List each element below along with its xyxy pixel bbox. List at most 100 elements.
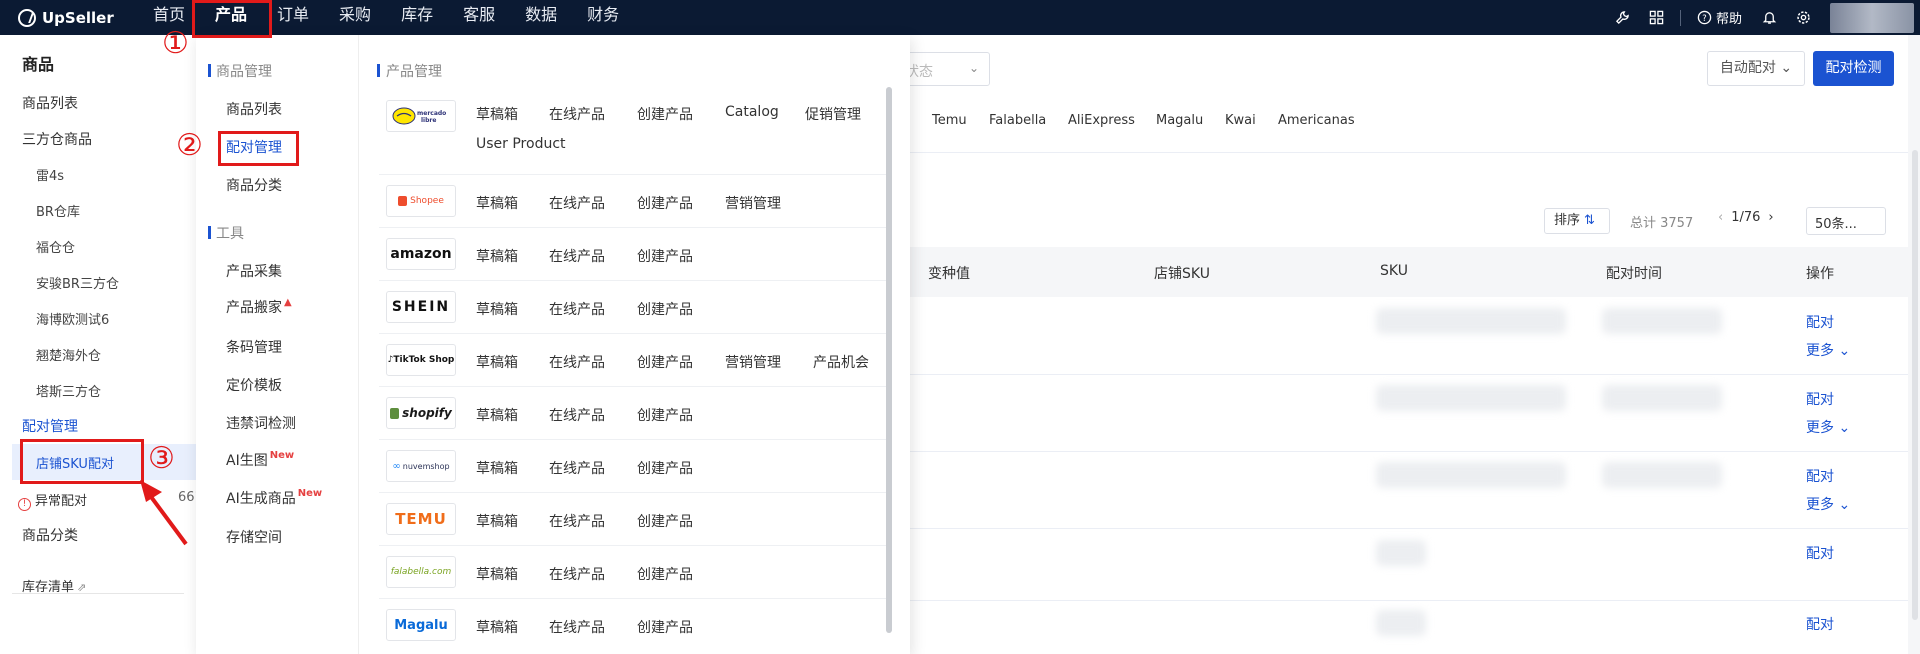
sidebar-warehouse[interactable]: 安骏BR三方仓: [36, 273, 119, 292]
tab-falabella[interactable]: Falabella: [989, 113, 1046, 128]
link-online[interactable]: 在线产品: [549, 511, 605, 531]
menu-item-pricing[interactable]: 定价模板: [226, 375, 282, 395]
auto-match-button[interactable]: 自动配对 ⌄: [1707, 51, 1805, 86]
match-check-button[interactable]: 配对检测: [1813, 51, 1894, 86]
match-link[interactable]: 配对: [1806, 543, 1834, 563]
help-link[interactable]: ? 帮助: [1687, 8, 1752, 27]
link-draft[interactable]: 草稿箱: [476, 405, 518, 425]
sidebar-warehouse[interactable]: 塔斯三方仓: [36, 381, 101, 400]
sidebar-item-third-party[interactable]: 三方仓商品: [22, 129, 92, 149]
link-create[interactable]: 创建产品: [637, 511, 693, 531]
link-draft[interactable]: 草稿箱: [476, 104, 518, 124]
menu-item-barcode[interactable]: 条码管理: [226, 337, 282, 357]
menu-left-column: 商品管理 商品列表 配对管理 商品分类 工具 产品采集 产品搬家 ▲ 条码管理 定…: [196, 35, 359, 654]
page-scrollbar[interactable]: [1912, 150, 1918, 620]
link-online[interactable]: 在线产品: [549, 193, 605, 213]
apps-grid-icon[interactable]: [1640, 0, 1674, 35]
sidebar-item-abnormal-match[interactable]: ! 异常配对: [18, 490, 87, 511]
link-online[interactable]: 在线产品: [549, 246, 605, 266]
menu-scrollbar[interactable]: [886, 87, 892, 633]
brand-logo[interactable]: UpSeller: [18, 8, 138, 27]
link-online[interactable]: 在线产品: [549, 104, 605, 124]
link-online[interactable]: 在线产品: [549, 299, 605, 319]
upseller-logo-icon: [18, 8, 36, 27]
platform-row-falabella: falabella.com 草稿箱 在线产品 创建产品: [379, 546, 886, 599]
link-create[interactable]: 创建产品: [637, 617, 693, 637]
link-create[interactable]: 创建产品: [637, 564, 693, 584]
menu-item-storage[interactable]: 存储空间: [226, 527, 282, 547]
nav-data[interactable]: 数据: [510, 0, 572, 35]
sidebar-warehouse[interactable]: 福仓仓: [36, 237, 75, 256]
link-create[interactable]: 创建产品: [637, 193, 693, 213]
link-draft[interactable]: 草稿箱: [476, 193, 518, 213]
sidebar-item-product-list[interactable]: 商品列表: [22, 93, 78, 113]
link-draft[interactable]: 草稿箱: [476, 352, 518, 372]
menu-item-category[interactable]: 商品分类: [226, 175, 282, 195]
menu-item-collect[interactable]: 产品采集: [226, 261, 282, 281]
link-create[interactable]: 创建产品: [637, 246, 693, 266]
menu-item-banned-words[interactable]: 违禁词检测: [226, 413, 296, 433]
link-create[interactable]: 创建产品: [637, 104, 693, 124]
match-link[interactable]: 配对: [1806, 466, 1834, 486]
sidebar-warehouse[interactable]: 海博欧测试6: [36, 309, 109, 328]
wrench-icon[interactable]: [1606, 0, 1640, 35]
page-size-select[interactable]: 50条...: [1806, 207, 1886, 235]
nav-service[interactable]: 客服: [448, 0, 510, 35]
prev-page-icon[interactable]: ‹: [1718, 210, 1723, 225]
menu-item-ai-image[interactable]: AI生图 New: [226, 450, 294, 470]
link-draft[interactable]: 草稿箱: [476, 246, 518, 266]
link-draft[interactable]: 草稿箱: [476, 617, 518, 637]
avatar[interactable]: [1830, 2, 1914, 33]
match-link[interactable]: 配对: [1806, 614, 1834, 634]
next-page-icon[interactable]: ›: [1768, 210, 1773, 225]
link-promo[interactable]: 促销管理: [805, 104, 861, 124]
link-marketing[interactable]: 营销管理: [725, 352, 781, 372]
platform-row-shopify: shopify 草稿箱 在线产品 创建产品: [379, 387, 886, 440]
link-marketing[interactable]: 营销管理: [725, 193, 781, 213]
sidebar-item-match-mgmt[interactable]: 配对管理: [22, 416, 78, 436]
link-online[interactable]: 在线产品: [549, 405, 605, 425]
sidebar-warehouse[interactable]: 雷4s: [36, 165, 64, 184]
sidebar-item-category[interactable]: 商品分类: [22, 525, 78, 545]
link-catalog[interactable]: Catalog: [725, 104, 779, 120]
menu-item-product-list[interactable]: 商品列表: [226, 99, 282, 119]
tab-kwai[interactable]: Kwai: [1225, 113, 1256, 128]
menu-item-ai-product[interactable]: AI生成商品 New: [226, 488, 322, 508]
link-user-product[interactable]: User Product: [476, 136, 566, 152]
link-opportunity[interactable]: 产品机会: [813, 352, 869, 372]
sidebar-item-inventory-list[interactable]: 库存清单 ⇗: [22, 576, 86, 595]
nav-inventory[interactable]: 库存: [386, 0, 448, 35]
auto-match-label: 自动配对: [1719, 60, 1776, 76]
link-draft[interactable]: 草稿箱: [476, 511, 518, 531]
nav-purchase[interactable]: 采购: [324, 0, 386, 35]
nav-finance[interactable]: 财务: [572, 0, 634, 35]
link-online[interactable]: 在线产品: [549, 564, 605, 584]
bell-icon[interactable]: [1752, 0, 1786, 35]
tab-temu[interactable]: Temu: [932, 113, 967, 128]
link-create[interactable]: 创建产品: [637, 405, 693, 425]
match-link[interactable]: 配对: [1806, 312, 1834, 332]
more-link[interactable]: 更多 ⌄: [1806, 340, 1850, 360]
sort-button[interactable]: 排序 ⇅: [1544, 208, 1610, 234]
link-create[interactable]: 创建产品: [637, 352, 693, 372]
link-online[interactable]: 在线产品: [549, 617, 605, 637]
tab-aliexpress[interactable]: AliExpress: [1068, 113, 1135, 128]
menu-item-move[interactable]: 产品搬家 ▲: [226, 297, 292, 317]
link-draft[interactable]: 草稿箱: [476, 458, 518, 478]
link-create[interactable]: 创建产品: [637, 299, 693, 319]
link-draft[interactable]: 草稿箱: [476, 564, 518, 584]
link-draft[interactable]: 草稿箱: [476, 299, 518, 319]
link-create[interactable]: 创建产品: [637, 458, 693, 478]
more-link[interactable]: 更多 ⌄: [1806, 417, 1850, 437]
tab-magalu[interactable]: Magalu: [1156, 113, 1203, 128]
sidebar-warehouse[interactable]: 翘楚海外仓: [36, 345, 101, 364]
gear-icon[interactable]: [1786, 0, 1820, 35]
match-link[interactable]: 配对: [1806, 389, 1834, 409]
link-online[interactable]: 在线产品: [549, 458, 605, 478]
chevron-down-icon: ⌄: [968, 61, 979, 75]
sidebar-warehouse[interactable]: BR仓库: [36, 201, 80, 220]
sidebar-title: 商品: [22, 55, 55, 74]
link-online[interactable]: 在线产品: [549, 352, 605, 372]
more-link[interactable]: 更多 ⌄: [1806, 494, 1850, 514]
tab-americanas[interactable]: Americanas: [1278, 113, 1355, 128]
